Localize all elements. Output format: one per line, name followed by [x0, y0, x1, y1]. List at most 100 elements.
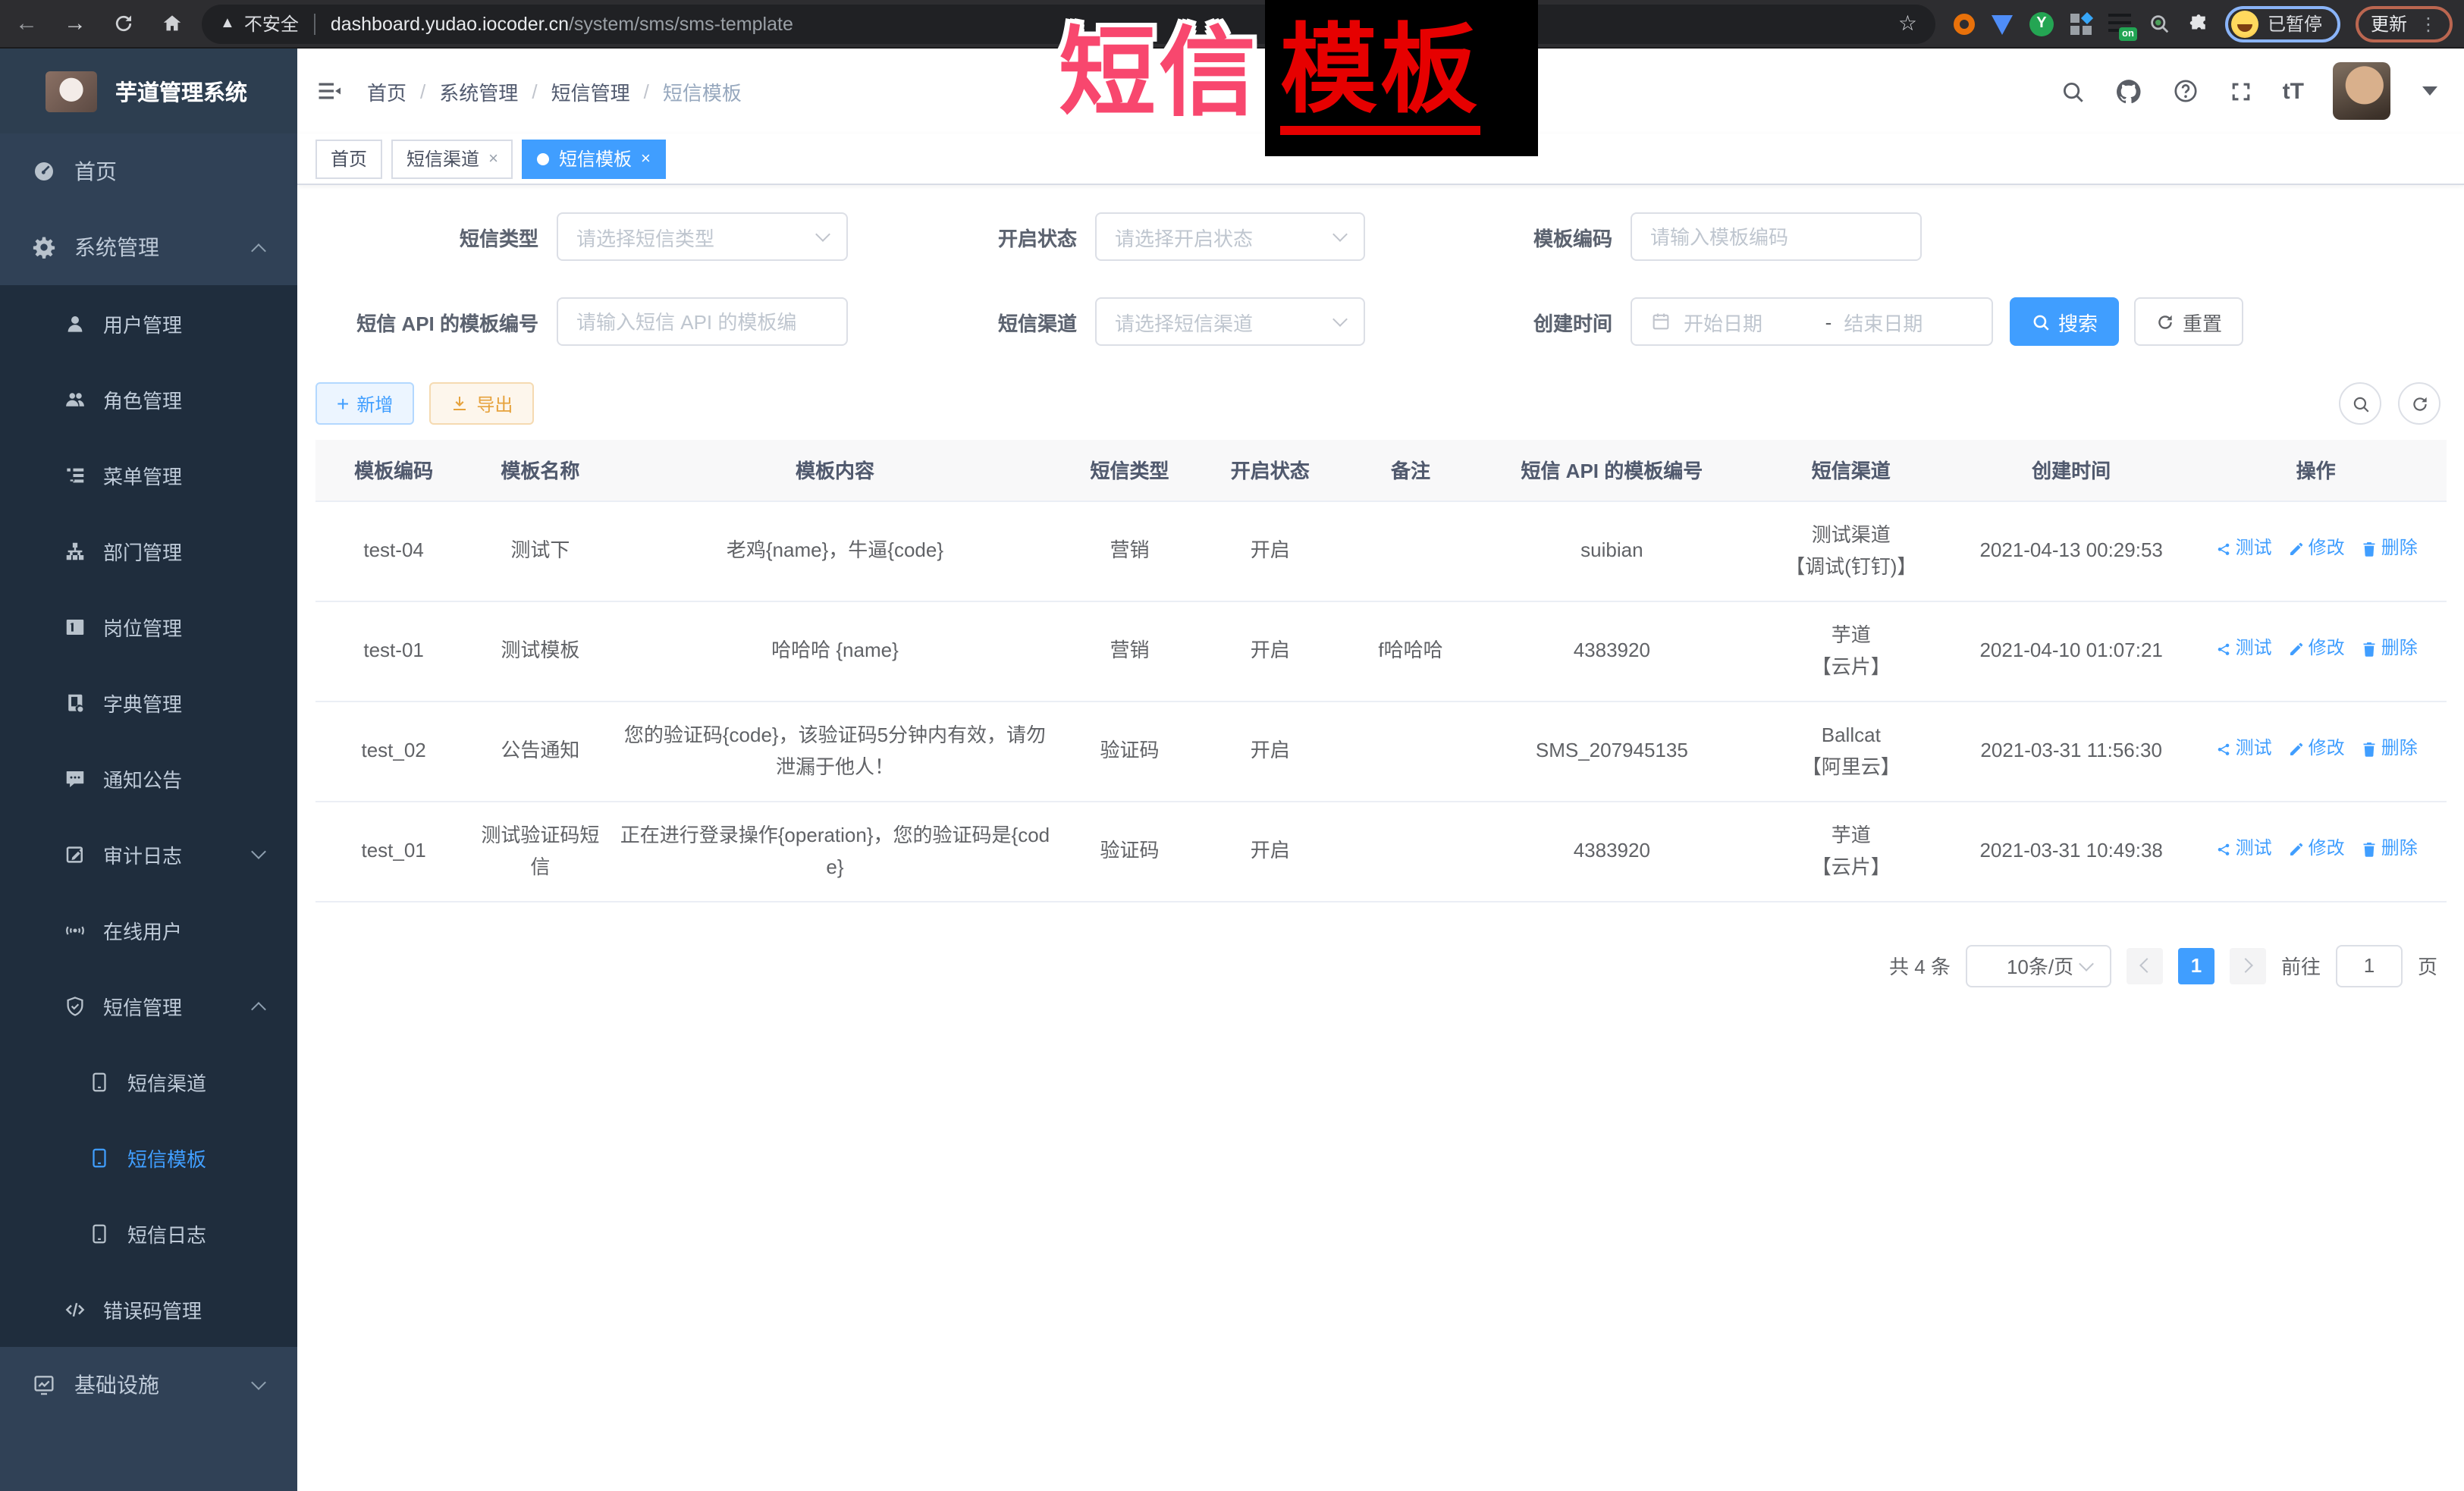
- sidebar-item-dictionary[interactable]: 字典管理: [0, 664, 297, 740]
- sidebar-item-roles[interactable]: 角色管理: [0, 361, 297, 437]
- delete-action-link[interactable]: 删除: [2360, 734, 2418, 764]
- page-size-select[interactable]: 10条/页: [1966, 944, 2111, 987]
- sidebar-item-departments[interactable]: 部门管理: [0, 513, 297, 589]
- sidebar-item-users[interactable]: 用户管理: [0, 285, 297, 361]
- fullscreen-icon[interactable]: [2228, 78, 2254, 104]
- end-date-placeholder[interactable]: 结束日期: [1844, 307, 1973, 336]
- add-button[interactable]: + 新增: [315, 382, 414, 425]
- edit-action-link[interactable]: 修改: [2287, 534, 2345, 564]
- breadcrumb-system[interactable]: 系统管理: [439, 77, 518, 105]
- breadcrumb-sms[interactable]: 短信管理: [551, 77, 630, 105]
- reset-button[interactable]: 重置: [2134, 297, 2243, 346]
- update-label: 更新: [2371, 11, 2407, 36]
- breadcrumb-home[interactable]: 首页: [367, 77, 406, 105]
- extension-icon[interactable]: Y: [2029, 11, 2054, 36]
- date-range-picker[interactable]: 开始日期 - 结束日期: [1631, 297, 1993, 346]
- bookmark-star-icon[interactable]: ☆: [1898, 11, 1917, 36]
- chevron-down-icon[interactable]: [2422, 86, 2437, 96]
- avatar[interactable]: [2333, 62, 2390, 120]
- sms-type-select[interactable]: 请选择短信类型: [557, 212, 848, 261]
- channel-name: 测试渠道: [1751, 518, 1951, 551]
- delete-action-link[interactable]: 删除: [2360, 834, 2418, 865]
- security-warning-label[interactable]: 不安全: [244, 11, 299, 36]
- prev-page-button[interactable]: [2127, 947, 2163, 984]
- cell-status: 开启: [1198, 601, 1342, 701]
- edit-action-link[interactable]: 修改: [2287, 734, 2345, 764]
- tab-sms-template[interactable]: 短信模板 ×: [523, 139, 666, 178]
- sidebar-item-online-users[interactable]: 在线用户: [0, 892, 297, 968]
- close-icon[interactable]: ×: [488, 149, 498, 168]
- font-size-icon[interactable]: tT: [2283, 78, 2304, 104]
- edit-action-link[interactable]: 修改: [2287, 834, 2345, 865]
- extension-icon[interactable]: [1992, 15, 2013, 35]
- sidebar-item-sms-log[interactable]: 短信日志: [0, 1195, 297, 1271]
- status-select[interactable]: 请选择开启状态: [1095, 212, 1365, 261]
- sidebar-item-sms-channel[interactable]: 短信渠道: [0, 1044, 297, 1119]
- extension-icon[interactable]: [2148, 12, 2171, 35]
- start-date-placeholder[interactable]: 开始日期: [1684, 307, 1813, 336]
- delete-action-link[interactable]: 删除: [2360, 634, 2418, 664]
- sidebar-item-error-codes[interactable]: 错误码管理: [0, 1271, 297, 1347]
- close-icon[interactable]: ×: [641, 149, 651, 168]
- cell-api-id: 4383920: [1479, 601, 1744, 701]
- sidebar-item-system[interactable]: 系统管理: [0, 209, 297, 285]
- browser-reload-icon[interactable]: [112, 12, 135, 35]
- tab-home[interactable]: 首页: [315, 139, 382, 178]
- export-button[interactable]: 导出: [429, 382, 534, 425]
- date-range-separator: -: [1825, 310, 1832, 333]
- breadcrumb: 首页 / 系统管理 / 短信管理 / 短信模板: [367, 77, 742, 105]
- search-button[interactable]: 搜索: [2010, 297, 2119, 346]
- sidebar-item-home[interactable]: 首页: [0, 133, 297, 209]
- browser-menu-icon[interactable]: ⋮: [2419, 13, 2437, 34]
- browser-home-icon[interactable]: [161, 12, 184, 35]
- delete-action-link[interactable]: 删除: [2360, 534, 2418, 564]
- page-jump-input-wrap: [2336, 944, 2403, 987]
- address-bar[interactable]: ▲ 不安全 dashboard.yudao.iocoder.cn /system…: [202, 4, 1935, 43]
- channel-select[interactable]: 请选择短信渠道: [1095, 297, 1365, 346]
- page-jump-input[interactable]: [2343, 954, 2395, 977]
- sidebar-item-sms-template[interactable]: 短信模板: [0, 1119, 297, 1195]
- sidebar-item-sms-management[interactable]: 短信管理: [0, 968, 297, 1044]
- browser-back-icon[interactable]: ←: [15, 11, 38, 36]
- user-icon: [64, 312, 86, 334]
- select-placeholder: 请选择开启状态: [1115, 222, 1253, 251]
- browser-forward-icon[interactable]: →: [64, 11, 86, 36]
- test-action-link[interactable]: 测试: [2214, 534, 2272, 564]
- logo-image: [46, 71, 97, 111]
- template-code-input[interactable]: [1650, 225, 1902, 248]
- channel-provider: 【阿里云】: [1751, 751, 1951, 783]
- current-page[interactable]: 1: [2178, 947, 2214, 984]
- chrome-update-button[interactable]: 更新 ⋮: [2356, 5, 2453, 42]
- extensions-puzzle-icon[interactable]: [2187, 12, 2210, 35]
- refresh-table-button[interactable]: [2398, 382, 2440, 425]
- test-action-link[interactable]: 测试: [2214, 634, 2272, 664]
- help-icon[interactable]: [2172, 77, 2199, 105]
- channel-label: 短信渠道: [848, 307, 1095, 336]
- channel-name: 芋道: [1751, 618, 1951, 651]
- sidebar-item-infrastructure[interactable]: 基础设施: [0, 1347, 297, 1423]
- sidebar-collapse-icon[interactable]: [315, 77, 343, 105]
- cell-remark: [1342, 701, 1479, 801]
- sidebar-logo[interactable]: 芋道管理系统: [0, 49, 297, 133]
- trash-icon: [2360, 639, 2378, 658]
- sidebar-item-posts[interactable]: 岗位管理: [0, 589, 297, 664]
- test-action-link[interactable]: 测试: [2214, 734, 2272, 764]
- show-search-button[interactable]: [2339, 382, 2381, 425]
- post-badge-icon: [64, 615, 86, 638]
- test-action-link[interactable]: 测试: [2214, 834, 2272, 865]
- extension-icon[interactable]: [1954, 13, 1975, 34]
- cell-content: 老鸡{name}，牛逼{code}: [609, 501, 1062, 601]
- github-icon[interactable]: [2114, 77, 2143, 105]
- profile-paused-chip[interactable]: 已暂停: [2225, 5, 2340, 42]
- api-template-id-input[interactable]: [576, 310, 828, 333]
- next-page-button[interactable]: [2230, 947, 2266, 984]
- sidebar-item-audit-log[interactable]: 审计日志: [0, 816, 297, 892]
- search-icon[interactable]: [2060, 78, 2086, 104]
- sidebar-item-menus[interactable]: 菜单管理: [0, 437, 297, 513]
- edit-action-link[interactable]: 修改: [2287, 634, 2345, 664]
- extension-icon[interactable]: [2070, 13, 2092, 34]
- extension-icon[interactable]: on: [2108, 14, 2131, 33]
- cell-name: 公告通知: [472, 701, 608, 801]
- sidebar-item-notices[interactable]: 通知公告: [0, 740, 297, 816]
- tab-sms-channel[interactable]: 短信渠道 ×: [391, 139, 513, 178]
